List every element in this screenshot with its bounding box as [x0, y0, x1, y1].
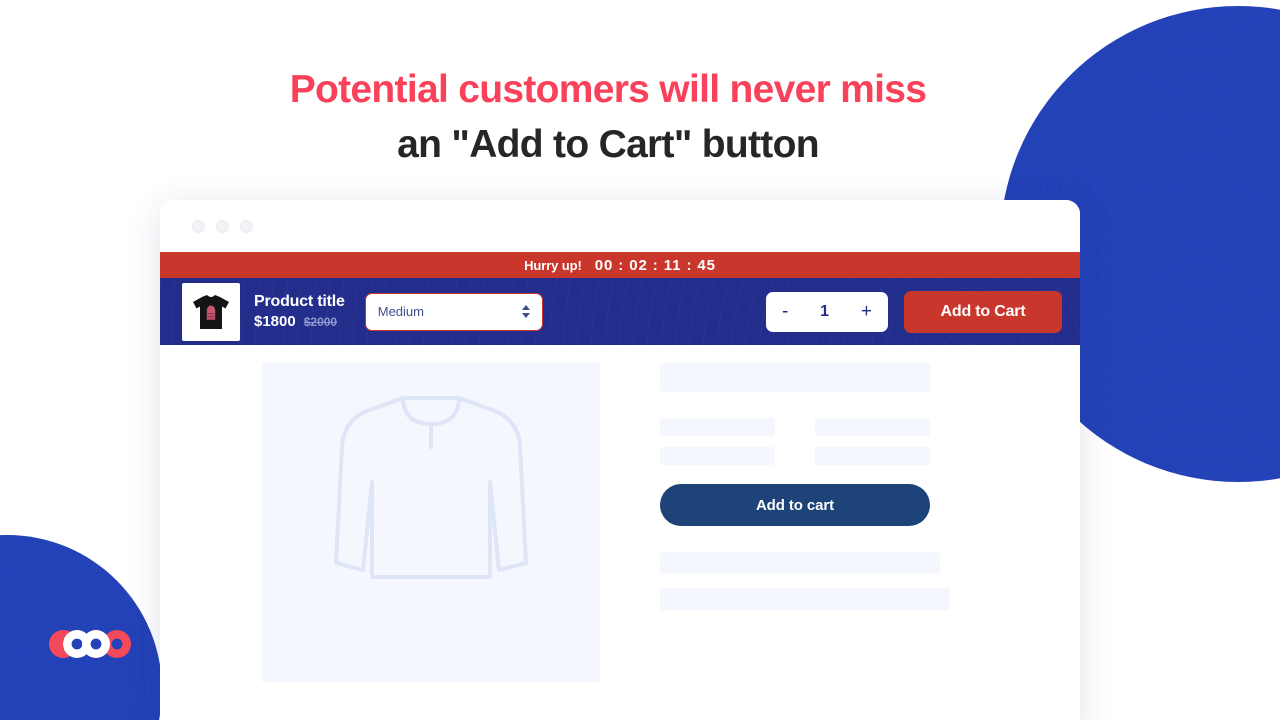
- quantity-increase-button[interactable]: +: [861, 302, 872, 321]
- window-maximize-dot-icon[interactable]: [240, 219, 253, 233]
- good-logo-icon: [49, 629, 131, 658]
- product-thumbnail[interactable]: [182, 282, 240, 341]
- browser-titlebar: [160, 200, 1080, 252]
- good-logo: [40, 624, 140, 669]
- window-close-dot-icon[interactable]: [192, 219, 205, 233]
- skeleton-row: [660, 447, 950, 465]
- product-gallery-placeholder[interactable]: [262, 362, 600, 682]
- long-sleeve-shirt-placeholder-icon: [334, 396, 528, 579]
- skeleton-bar: [660, 552, 940, 574]
- promo-banner-canvas: Potential customers will never miss an "…: [0, 0, 1280, 720]
- stepper-caret-icon: [521, 305, 530, 318]
- skeleton-bar: [815, 418, 930, 436]
- product-title: Product title: [254, 292, 345, 310]
- skeleton-bar: [660, 588, 950, 610]
- countdown-bar: Hurry up! 00 : 02 : 11 : 45: [160, 252, 1080, 278]
- headline: Potential customers will never miss an "…: [0, 62, 1216, 172]
- skeleton-row: [660, 418, 950, 436]
- add-to-cart-page-button[interactable]: Add to cart: [660, 484, 930, 526]
- product-price: $1800: [254, 312, 296, 330]
- skeleton-title-bar: [660, 363, 930, 392]
- product-details-placeholder: Add to cart: [660, 363, 950, 610]
- product-compare-at-price: $2000: [303, 314, 338, 329]
- skeleton-bar: [660, 418, 775, 436]
- countdown-timer: 00 : 02 : 11 : 45: [594, 256, 716, 274]
- headline-line-primary: Potential customers will never miss: [289, 68, 927, 111]
- tshirt-thumbnail-icon: [193, 294, 229, 329]
- quantity-stepper: - 1 +: [766, 291, 888, 332]
- product-page-body: Add to cart: [160, 345, 1080, 720]
- headline-line-secondary: an "Add to Cart" button: [397, 123, 819, 166]
- product-info: Product title $1800 $2000: [254, 292, 345, 332]
- product-price-row: $1800 $2000: [254, 312, 345, 332]
- add-to-cart-sticky-button[interactable]: Add to Cart: [904, 290, 1062, 333]
- variant-select[interactable]: Medium: [364, 292, 543, 331]
- variant-select-value: Medium: [377, 304, 424, 319]
- sticky-add-to-cart-bar: Product title $1800 $2000 Medium - 1 + A…: [160, 278, 1080, 345]
- quantity-decrease-button[interactable]: -: [782, 302, 788, 321]
- window-minimize-dot-icon[interactable]: [216, 219, 229, 233]
- quantity-value[interactable]: 1: [820, 303, 829, 321]
- countdown-label: Hurry up!: [524, 257, 582, 273]
- browser-window-mockup: Hurry up! 00 : 02 : 11 : 45 Product titl…: [160, 200, 1080, 720]
- skeleton-bar: [815, 447, 930, 465]
- skeleton-bar: [660, 447, 775, 465]
